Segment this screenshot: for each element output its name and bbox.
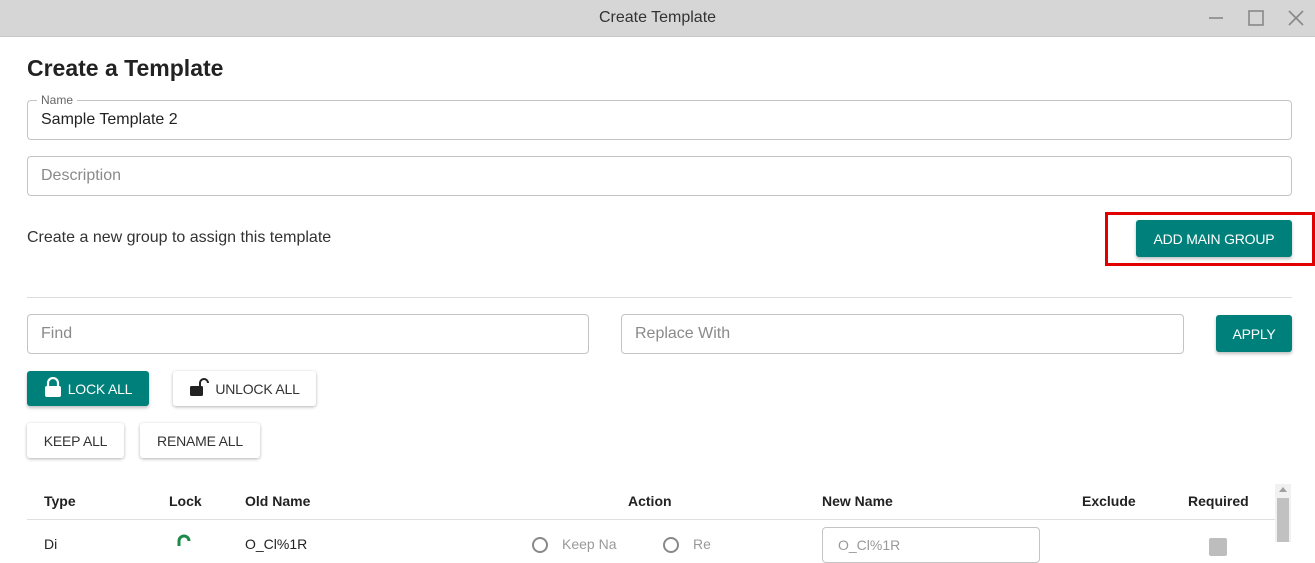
unlock-icon: [189, 377, 210, 400]
description-field[interactable]: [27, 156, 1292, 196]
window-title: Create Template: [598, 9, 717, 26]
row-type: Di: [44, 536, 58, 552]
unlock-all-label: UNLOCK ALL: [215, 380, 300, 397]
description-input[interactable]: [41, 157, 1281, 195]
rename-all-button[interactable]: RENAME ALL: [140, 423, 260, 458]
minimize-icon[interactable]: [1206, 8, 1226, 28]
name-field[interactable]: Name: [27, 93, 1292, 140]
group-helper-text: Create a new group to assign this templa…: [27, 229, 332, 246]
unlock-icon[interactable]: [175, 534, 195, 553]
window-titlebar: Create Template: [0, 0, 1315, 37]
lock-all-button[interactable]: LOCK ALL: [27, 371, 149, 406]
maximize-icon[interactable]: [1246, 8, 1266, 28]
unlock-all-button[interactable]: UNLOCK ALL: [173, 371, 316, 406]
new-name-input[interactable]: [836, 536, 1030, 554]
column-header-required: Required: [1188, 493, 1249, 509]
replace-input[interactable]: [635, 315, 1173, 353]
scroll-up-icon[interactable]: [1279, 487, 1287, 492]
column-header-action: Action: [628, 493, 672, 509]
replace-field[interactable]: [621, 314, 1184, 354]
section-divider: [27, 297, 1292, 298]
row-old-name: O_Cl%1R: [245, 536, 308, 552]
keep-name-radio[interactable]: [532, 537, 548, 553]
name-input[interactable]: [41, 101, 1281, 139]
column-header-type: Type: [44, 493, 76, 509]
rename-radio[interactable]: [663, 537, 679, 553]
close-icon[interactable]: [1286, 8, 1306, 28]
apply-button[interactable]: APPLY: [1216, 315, 1292, 352]
page-title: Create a Template: [27, 55, 224, 81]
column-header-lock: Lock: [169, 493, 202, 509]
required-checkbox[interactable]: [1209, 538, 1227, 556]
scrollbar-thumb[interactable]: [1277, 498, 1289, 542]
find-input[interactable]: [41, 315, 578, 353]
find-field[interactable]: [27, 314, 589, 354]
column-header-old-name: Old Name: [245, 493, 311, 509]
lock-icon: [44, 376, 62, 400]
column-header-new-name: New Name: [822, 493, 893, 509]
keep-name-label: Keep Na: [562, 536, 617, 552]
lock-all-label: LOCK ALL: [67, 380, 133, 397]
table-header-divider: [27, 519, 1275, 520]
new-name-field[interactable]: [822, 527, 1040, 563]
rename-label: Re: [693, 536, 711, 552]
keep-all-button[interactable]: KEEP ALL: [27, 423, 124, 458]
column-header-exclude: Exclude: [1082, 493, 1136, 509]
add-main-group-button[interactable]: ADD MAIN GROUP: [1136, 220, 1292, 257]
